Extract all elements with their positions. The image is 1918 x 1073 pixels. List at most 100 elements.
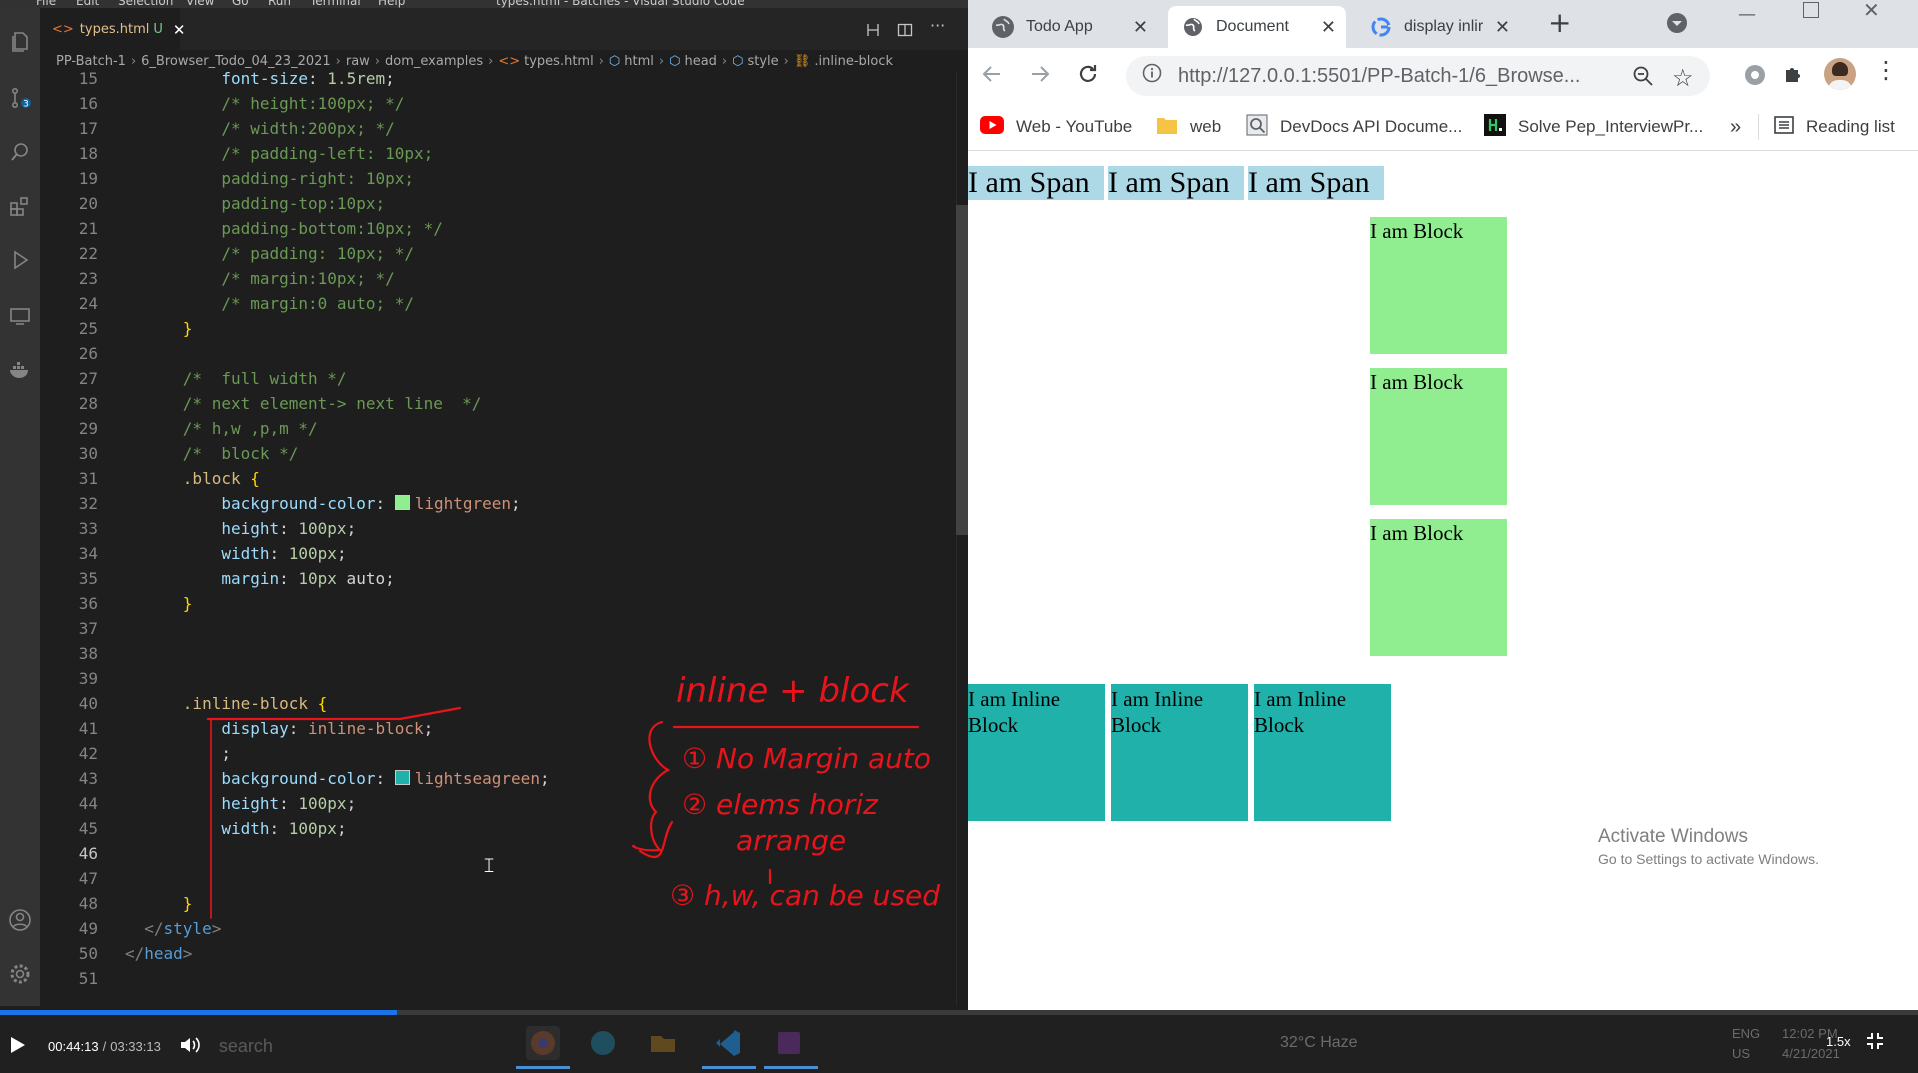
code-editor[interactable]: 15 font-size: 1.5rem; 16 /* height:100px;… (40, 69, 956, 1006)
code-line[interactable]: 36 } (40, 591, 940, 616)
tab-display-inline[interactable]: display inlir ✕ (1356, 6, 1520, 48)
tab-types-html[interactable]: <> types.html U ✕ (40, 8, 185, 50)
language-indicator[interactable]: ENG US (1732, 1024, 1760, 1064)
code-line[interactable]: 28 /* next element-> next line */ (40, 391, 940, 416)
bookmark-web-folder[interactable]: web (1156, 112, 1221, 142)
code-line[interactable]: 31 .block { (40, 466, 940, 491)
profile-avatar[interactable] (1824, 58, 1856, 90)
code-line[interactable]: 20 padding-top:10px; (40, 191, 940, 216)
code-line[interactable]: 51 (40, 966, 940, 991)
address-bar[interactable]: http://127.0.0.1:5501/PP-Batch-1/6_Brows… (1126, 56, 1710, 96)
code-line[interactable]: 23 /* margin:10px; */ (40, 266, 940, 291)
code-line[interactable]: 33 height: 100px; (40, 516, 940, 541)
code-line[interactable]: 26 (40, 341, 940, 366)
code-line[interactable]: 22 /* padding: 10px; */ (40, 241, 940, 266)
code-line[interactable]: 34 width: 100px; (40, 541, 940, 566)
close-window-icon[interactable]: ✕ (1863, 0, 1880, 22)
volume-icon[interactable] (179, 1035, 201, 1058)
menu-help[interactable]: Help (378, 0, 405, 8)
chrome-taskbar-icon[interactable] (526, 1026, 560, 1060)
code-line[interactable]: 17 /* width:200px; */ (40, 116, 940, 141)
editor-scrollbar-thumb[interactable] (956, 205, 968, 535)
split-editor-icon[interactable] (897, 22, 913, 42)
code-line[interactable]: 42 ; (40, 741, 940, 766)
onenote-taskbar-icon[interactable] (772, 1026, 806, 1060)
menu-selection[interactable]: Selection (118, 0, 173, 8)
code-line[interactable]: 21 padding-bottom:10px; */ (40, 216, 940, 241)
bookmarks-overflow-chevron[interactable]: » (1730, 112, 1741, 142)
code-line[interactable]: 39 (40, 666, 940, 691)
code-line[interactable]: 35 margin: 10px auto; (40, 566, 940, 591)
code-line[interactable]: 30 /* block */ (40, 441, 940, 466)
explorer-icon[interactable] (8, 30, 32, 54)
bookmark-web-youtube[interactable]: Web - YouTube (980, 112, 1132, 142)
menu-run[interactable]: Run (268, 0, 291, 8)
tab-todo-app[interactable]: Todo App ✕ (978, 6, 1158, 48)
tab-search-icon[interactable] (1666, 12, 1688, 38)
source-control-icon[interactable]: 3 (8, 86, 32, 110)
code-line[interactable]: 48 } (40, 891, 940, 916)
reload-icon[interactable] (1076, 62, 1100, 90)
code-line[interactable]: 40 .inline-block { (40, 691, 940, 716)
back-arrow-icon[interactable] (980, 62, 1004, 90)
close-tab-icon[interactable]: ✕ (1133, 17, 1148, 38)
close-icon[interactable]: ✕ (173, 21, 186, 39)
code-line[interactable]: 19 padding-right: 10px; (40, 166, 940, 191)
settings-gear-icon[interactable] (8, 962, 32, 986)
bookmark-star-icon[interactable]: ☆ (1672, 64, 1694, 93)
exit-fullscreen-icon[interactable] (1866, 1032, 1884, 1054)
code-line[interactable]: 49 </style> (40, 916, 940, 941)
code-line[interactable]: 50 </head> (40, 941, 940, 966)
more-actions-icon[interactable]: ··· (930, 16, 945, 35)
code-line[interactable]: 45 width: 100px; (40, 816, 940, 841)
code-line[interactable]: 24 /* margin:0 auto; */ (40, 291, 940, 316)
code-line[interactable]: 43 background-color: lightseagreen; (40, 766, 940, 791)
code-line[interactable]: 44 height: 100px; (40, 791, 940, 816)
bookmark-solve-pep[interactable]: Solve Pep_InterviewPr... (1484, 112, 1703, 142)
code-line[interactable]: 29 /* h,w ,p,m */ (40, 416, 940, 441)
forward-arrow-icon[interactable] (1028, 62, 1052, 90)
file-explorer-taskbar-icon[interactable] (646, 1026, 680, 1060)
taskbar-search-text[interactable]: search (219, 1036, 273, 1057)
remote-explorer-icon[interactable] (8, 304, 32, 328)
extensions-puzzle-icon[interactable] (1782, 62, 1806, 90)
run-debug-icon[interactable] (8, 248, 32, 272)
compare-changes-icon[interactable] (865, 22, 881, 42)
new-tab-plus-icon[interactable]: + (1548, 6, 1571, 39)
edge-taskbar-icon[interactable] (586, 1026, 620, 1060)
play-icon[interactable] (10, 1036, 26, 1057)
code-line[interactable]: 25 } (40, 316, 940, 341)
site-info-icon[interactable] (1142, 63, 1162, 89)
bookmark-devdocs[interactable]: DevDocs API Docume... (1246, 112, 1462, 142)
menu-dots-icon[interactable]: ⋮ (1874, 56, 1898, 84)
code-line[interactable]: 18 /* padding-left: 10px; (40, 141, 940, 166)
code-line[interactable]: 27 /* full width */ (40, 366, 940, 391)
menu-go[interactable]: Go (232, 0, 249, 8)
extensions-icon[interactable] (8, 194, 32, 218)
zoom-icon[interactable] (1632, 65, 1654, 93)
weather-text[interactable]: 32°C Haze (1280, 1034, 1358, 1052)
menu-edit[interactable]: Edit (76, 0, 99, 8)
code-line[interactable]: 37 (40, 616, 940, 641)
reading-list-button[interactable]: Reading list (1774, 112, 1895, 142)
docker-icon[interactable] (8, 358, 32, 382)
code-line[interactable]: 16 /* height:100px; */ (40, 91, 940, 116)
code-line[interactable]: 41 display: inline-block; (40, 716, 940, 741)
close-tab-icon[interactable]: ✕ (1321, 17, 1336, 38)
code-line[interactable]: 32 background-color: lightgreen; (40, 491, 940, 516)
vscode-taskbar-icon[interactable] (710, 1026, 744, 1060)
account-icon[interactable] (8, 908, 32, 932)
maximize-icon[interactable] (1803, 2, 1819, 18)
search-icon[interactable] (8, 140, 32, 164)
menu-file[interactable]: File (36, 0, 56, 8)
menu-terminal[interactable]: Terminal (310, 0, 361, 8)
code-line[interactable]: 15 font-size: 1.5rem; (40, 66, 940, 91)
close-tab-icon[interactable]: ✕ (1495, 17, 1510, 38)
menu-view[interactable]: View (186, 0, 214, 8)
tab-document[interactable]: Document ✕ (1168, 6, 1346, 48)
extension-gear-icon[interactable] (1742, 62, 1768, 92)
code-line[interactable]: 38 (40, 641, 940, 666)
playback-speed[interactable]: 1.5x (1826, 1034, 1851, 1049)
minimize-icon[interactable]: — (1738, 4, 1756, 25)
line-number: 20 (78, 194, 98, 213)
